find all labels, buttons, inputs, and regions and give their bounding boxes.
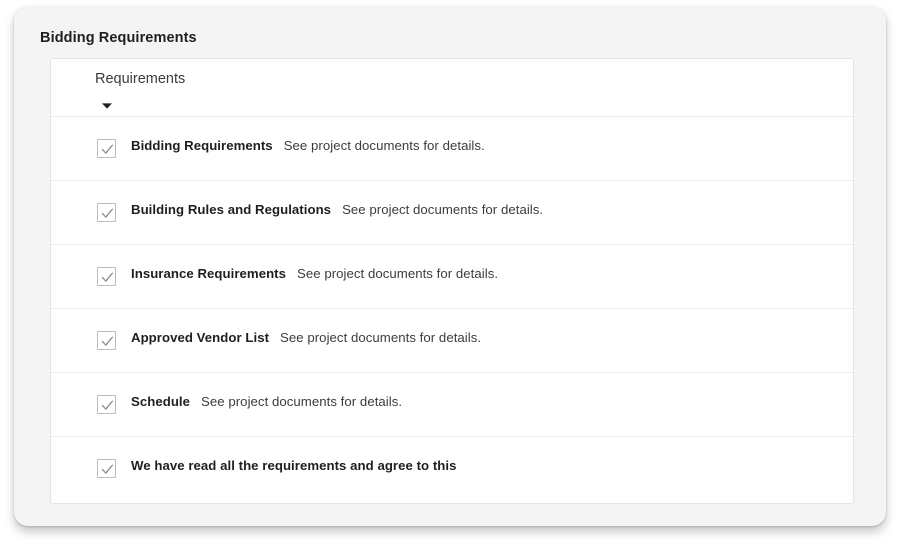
requirement-checkbox[interactable] — [97, 267, 116, 286]
requirement-text: Schedule See project documents for detai… — [131, 394, 402, 414]
requirement-checkbox[interactable] — [97, 331, 116, 350]
requirement-label: Schedule — [131, 394, 191, 409]
screenshot-viewport: Bidding Requirements Requirements Biddin… — [0, 0, 900, 546]
checkmark-icon — [101, 272, 114, 282]
checkmark-icon — [101, 144, 114, 154]
requirement-description: See project documents for details. — [297, 266, 499, 281]
page-title: Bidding Requirements — [40, 30, 197, 46]
requirement-text: Insurance Requirements See project docum… — [131, 266, 498, 286]
requirement-description: See project documents for details. — [201, 394, 403, 409]
requirement-text: We have read all the requirements and ag… — [131, 458, 457, 478]
requirements-row-list: Bidding Requirements See project documen… — [51, 117, 853, 501]
requirement-description: See project documents for details. — [283, 138, 485, 153]
requirement-label: Building Rules and Regulations — [131, 202, 332, 217]
requirement-text: Bidding Requirements See project documen… — [131, 138, 485, 158]
checkmark-icon — [101, 336, 114, 346]
requirement-text: Approved Vendor List See project documen… — [131, 330, 481, 350]
requirements-card: Requirements Bidding Requirements See pr… — [50, 58, 854, 504]
requirements-card-header: Requirements — [51, 59, 853, 117]
requirement-label: We have read all the requirements and ag… — [131, 458, 457, 473]
requirements-group-title: Requirements — [95, 71, 186, 87]
requirement-row[interactable]: Insurance Requirements See project docum… — [51, 245, 853, 309]
requirement-description: See project documents for details. — [280, 330, 482, 345]
requirement-checkbox[interactable] — [97, 203, 116, 222]
requirement-row[interactable]: Building Rules and Regulations See proje… — [51, 181, 853, 245]
requirement-label: Insurance Requirements — [131, 266, 287, 281]
checkmark-icon — [101, 464, 114, 474]
bidding-requirements-panel: Bidding Requirements Requirements Biddin… — [14, 6, 886, 526]
checkmark-icon — [101, 208, 114, 218]
requirement-row[interactable]: We have read all the requirements and ag… — [51, 437, 853, 501]
requirement-row[interactable]: Schedule See project documents for detai… — [51, 373, 853, 437]
chevron-down-icon[interactable] — [99, 100, 115, 112]
requirement-label: Approved Vendor List — [131, 330, 270, 345]
requirement-row[interactable]: Approved Vendor List See project documen… — [51, 309, 853, 373]
requirement-checkbox[interactable] — [97, 459, 116, 478]
requirement-checkbox[interactable] — [97, 395, 116, 414]
requirement-label: Bidding Requirements — [131, 138, 273, 153]
checkmark-icon — [101, 400, 114, 410]
requirement-checkbox[interactable] — [97, 139, 116, 158]
requirement-text: Building Rules and Regulations See proje… — [131, 202, 543, 222]
requirement-row[interactable]: Bidding Requirements See project documen… — [51, 117, 853, 181]
requirement-description: See project documents for details. — [342, 202, 544, 217]
